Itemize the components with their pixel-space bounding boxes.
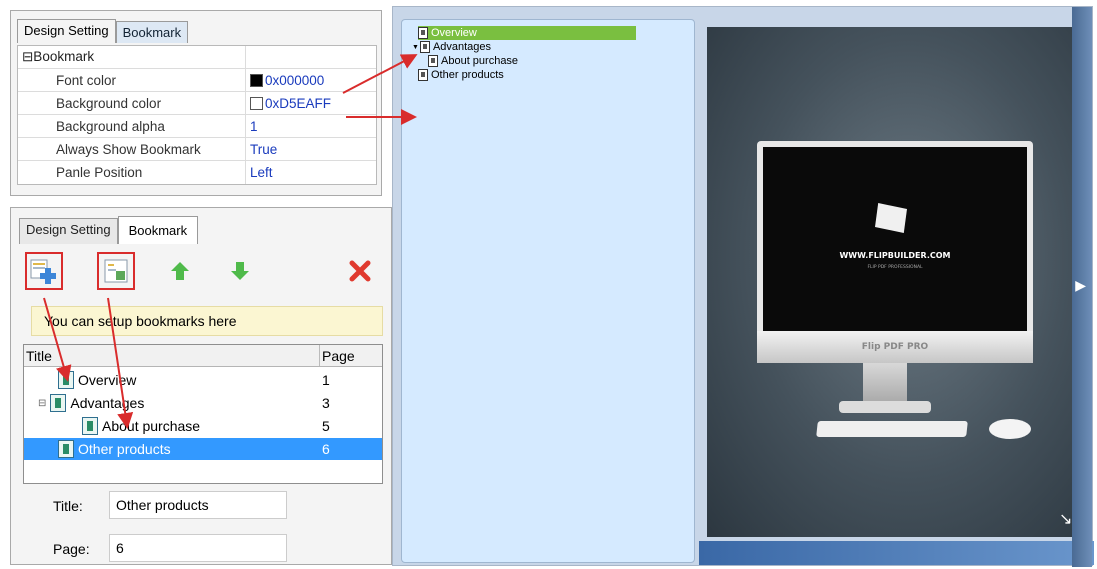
monitor-image: WWW.FLIPBUILDER.COM FLIP PDF PROFESSIONA…: [757, 141, 1033, 363]
book-page[interactable]: WWW.FLIPBUILDER.COM FLIP PDF PROFESSIONA…: [707, 27, 1073, 537]
property-row-font-color[interactable]: Font color 0x000000: [18, 69, 376, 92]
page-icon: [418, 69, 428, 81]
move-up-button[interactable]: [161, 252, 199, 290]
page-corner-icon[interactable]: ↘: [1059, 509, 1072, 529]
color-swatch-icon: [250, 73, 263, 87]
add-child-bookmark-button[interactable]: [97, 252, 135, 290]
property-grid: ⊟Bookmark Font color 0x000000 Background…: [17, 45, 377, 185]
property-name: Background alpha: [18, 115, 246, 137]
page-icon: [428, 55, 438, 67]
row-page: 5: [322, 418, 330, 434]
tab-bookmark[interactable]: Bookmark: [117, 216, 199, 244]
property-value: 0x000000: [265, 72, 325, 88]
bookmark-item-other-products[interactable]: Other products: [418, 68, 504, 82]
bookmark-icon: [58, 371, 74, 389]
move-down-button[interactable]: [221, 252, 259, 290]
monitor-screen: WWW.FLIPBUILDER.COM FLIP PDF PROFESSIONA…: [763, 147, 1027, 331]
collapse-icon[interactable]: ⊟: [38, 398, 46, 409]
tree-row[interactable]: Overview 1: [24, 369, 382, 391]
row-title: Other products: [78, 441, 171, 457]
monitor-base: [839, 401, 931, 413]
delete-bookmark-button[interactable]: [341, 252, 379, 290]
bookmark-item-about-purchase[interactable]: About purchase: [428, 54, 518, 68]
bookmark-item-advantages[interactable]: ▼ Advantages: [412, 40, 491, 54]
next-page-area[interactable]: ▶: [1072, 7, 1092, 567]
bookmark-panel: Overview ▼ Advantages About purchase Oth…: [401, 19, 695, 563]
tree-row[interactable]: ⊟ Advantages 3: [24, 392, 382, 414]
row-page: 6: [322, 441, 330, 457]
property-name: Font color: [18, 69, 246, 91]
monitor-stand: [863, 363, 907, 403]
bottom-bar: [699, 541, 1094, 565]
bookmark-label: About purchase: [441, 55, 519, 67]
tree-header: Title Page: [24, 345, 382, 367]
next-page-icon[interactable]: ▶: [1075, 277, 1086, 294]
bookmark-label: Advantages: [432, 41, 492, 53]
color-swatch-icon: [250, 96, 263, 110]
arrow-down-icon: [231, 262, 249, 280]
keyboard-image: [816, 421, 968, 437]
mouse-image: [989, 419, 1031, 439]
design-setting-panel: Design Setting Bookmark ⊟Bookmark Font c…: [10, 10, 382, 196]
property-name: Background color: [18, 92, 246, 114]
flipbook-preview: Overview ▼ Advantages About purchase Oth…: [392, 6, 1094, 567]
delete-icon: [349, 260, 371, 282]
property-value: Left: [250, 165, 273, 180]
bookmark-icon: [82, 417, 98, 435]
tab-design-setting[interactable]: Design Setting: [19, 218, 118, 244]
tab-bar: Design Setting Bookmark: [19, 216, 199, 244]
property-row-background-alpha[interactable]: Background alpha 1: [18, 115, 376, 138]
tab-bookmark[interactable]: Bookmark: [115, 21, 189, 43]
logo-icon: [875, 203, 907, 233]
row-page: 1: [322, 372, 330, 388]
bookmark-icon: [58, 440, 74, 458]
monitor-label: Flip PDF PRO: [757, 331, 1033, 363]
group-label: ⊟Bookmark: [18, 46, 246, 68]
bookmark-toolbar: [21, 248, 386, 298]
property-value: True: [250, 141, 278, 157]
add-bookmark-button[interactable]: [25, 252, 63, 290]
expand-icon[interactable]: ▼: [412, 44, 419, 51]
tab-bar: Design Setting Bookmark: [17, 19, 189, 43]
row-page: 3: [322, 395, 330, 411]
row-title: About purchase: [102, 418, 201, 434]
page-icon: [419, 41, 430, 53]
column-header-title[interactable]: Title: [24, 345, 320, 366]
tree-row[interactable]: About purchase 5: [24, 415, 382, 437]
screen-text: WWW.FLIPBUILDER.COM: [839, 251, 951, 260]
column-header-page[interactable]: Page: [320, 345, 355, 366]
property-group-bookmark[interactable]: ⊟Bookmark: [18, 46, 376, 69]
bookmark-label: Other products: [431, 69, 504, 81]
bookmark-label: Overview: [431, 27, 477, 39]
tab-design-setting[interactable]: Design Setting: [17, 19, 116, 43]
tree-row-selected[interactable]: Other products 6: [24, 438, 382, 460]
property-value: 1: [250, 118, 258, 134]
bookmark-item-overview[interactable]: Overview: [418, 26, 636, 40]
property-row-always-show[interactable]: Always Show Bookmark True: [18, 138, 376, 161]
row-title: Overview: [78, 372, 137, 388]
hint-banner: You can setup bookmarks here: [31, 306, 383, 336]
page-input[interactable]: 6: [109, 534, 287, 562]
page-icon: [418, 27, 428, 39]
property-value: 0xD5EAFF: [265, 95, 332, 111]
page-label: Page:: [53, 541, 90, 557]
title-label: Title:: [53, 498, 83, 514]
title-input[interactable]: Other products: [109, 491, 287, 519]
property-row-background-color[interactable]: Background color 0xD5EAFF: [18, 92, 376, 115]
screen-subtext: FLIP PDF PROFESSIONAL: [867, 265, 923, 270]
bookmark-icon: [50, 394, 67, 412]
property-name: Panle Position: [18, 161, 246, 184]
add-bookmark-icon: [30, 259, 56, 284]
bookmark-editor-panel: Design Setting Bookmark You can setup bo…: [10, 207, 392, 565]
row-title: Advantages: [70, 395, 145, 411]
bookmark-tree[interactable]: Title Page Overview 1 ⊟ Advantages 3 Abo…: [23, 344, 383, 484]
add-child-bookmark-icon: [104, 259, 128, 283]
arrow-up-icon: [171, 262, 189, 280]
property-name: Always Show Bookmark: [18, 138, 246, 160]
property-row-panel-position[interactable]: Panle Position Left: [18, 161, 376, 184]
